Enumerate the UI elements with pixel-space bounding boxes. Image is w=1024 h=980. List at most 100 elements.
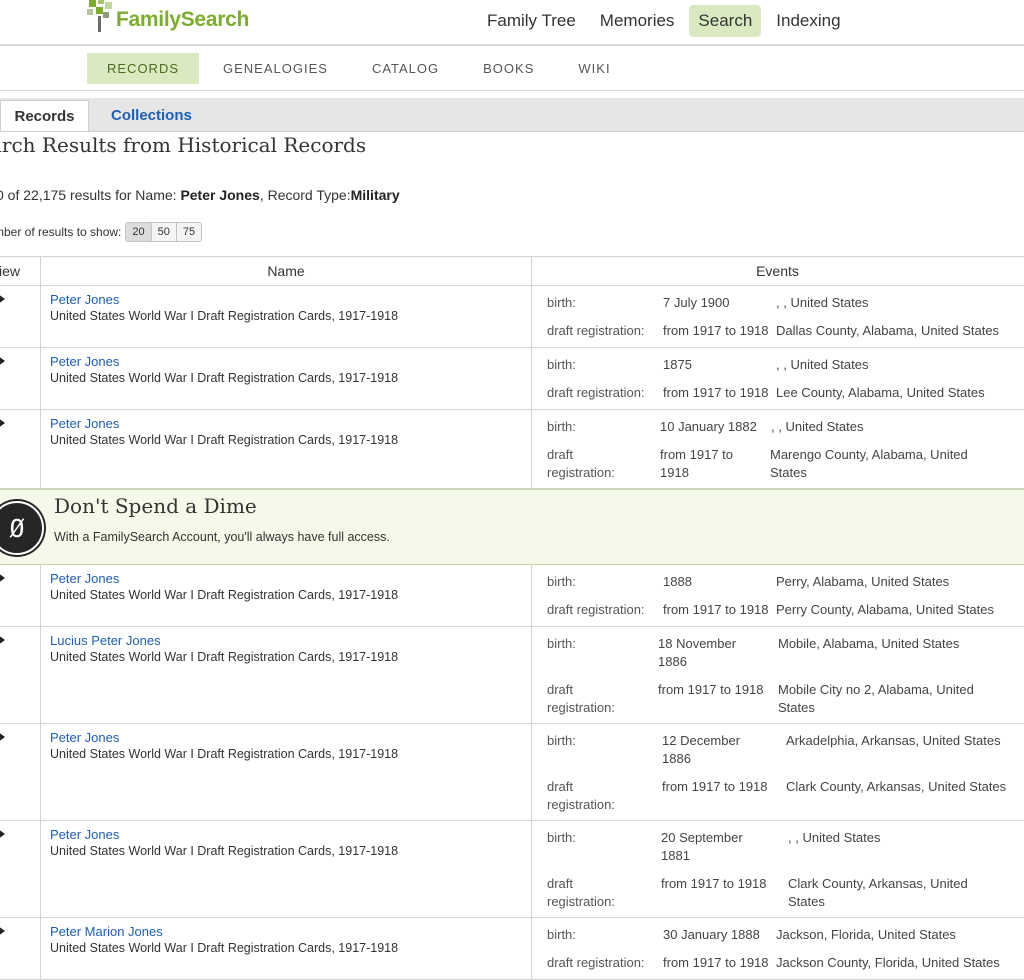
birth-place: , , United States — [776, 357, 869, 372]
collection-name: United States World War I Draft Registra… — [50, 371, 399, 385]
collection-name: United States World War I Draft Registra… — [50, 433, 399, 447]
birth-label: birth: — [547, 830, 576, 845]
draft-label: draft registration: — [547, 323, 645, 338]
birth-label: birth: — [547, 295, 576, 310]
draft-date: from 1917 to 1918 — [660, 447, 733, 480]
birth-label: birth: — [547, 357, 576, 372]
draft-date: from 1917 to 1918 — [661, 876, 767, 891]
birth-date: 12 December 1886 — [662, 733, 741, 766]
draft-date: from 1917 to 1918 — [663, 955, 769, 970]
birth-date: 20 September 1881 — [661, 830, 743, 863]
expand-arrow-icon[interactable] — [0, 732, 5, 742]
expand-arrow-icon[interactable] — [0, 356, 5, 366]
person-name-link[interactable]: Lucius Peter Jones — [50, 633, 161, 648]
summary-prefix: 0 of 22,175 results for Name: — [0, 187, 181, 203]
birth-label: birth: — [547, 927, 576, 942]
draft-place: Perry County, Alabama, United States — [776, 602, 994, 617]
family-tree-logo-icon — [87, 0, 112, 32]
subnav-records[interactable]: RECORDS — [87, 53, 200, 84]
nav-search[interactable]: Search — [689, 5, 762, 37]
person-name-link[interactable]: Peter Jones — [50, 292, 119, 307]
banner-title: Don't Spend a Dime — [54, 494, 257, 518]
birth-label: birth: — [547, 574, 576, 589]
birth-place: , , United States — [771, 419, 864, 434]
collection-name: United States World War I Draft Registra… — [50, 588, 399, 602]
promo-banner: Ø Don't Spend a Dime With a FamilySearch… — [0, 489, 1024, 565]
results-table: view Name Events Peter Jones United Stat… — [0, 256, 1024, 980]
nav-family-tree[interactable]: Family Tree — [478, 5, 585, 37]
draft-label: draft registration: — [547, 682, 615, 715]
birth-date: 10 January 1882 — [660, 419, 757, 434]
logo-text: FamilySearch — [116, 8, 249, 31]
person-name-link[interactable]: Peter Jones — [50, 571, 119, 586]
birth-date: 1888 — [663, 574, 692, 589]
birth-date: 1875 — [663, 357, 692, 372]
person-name-link[interactable]: Peter Jones — [50, 827, 119, 842]
birth-date: 7 July 1900 — [663, 295, 730, 310]
tab-records[interactable]: Records — [0, 100, 89, 131]
subnav-genealogies[interactable]: GENEALOGIES — [203, 53, 348, 84]
birth-date: 18 November 1886 — [658, 636, 737, 669]
draft-label: draft registration: — [547, 602, 645, 617]
person-name-link[interactable]: Peter Jones — [50, 416, 119, 431]
nav-indexing[interactable]: Indexing — [767, 5, 849, 37]
table-row: Peter Jones United States World War I Dr… — [0, 410, 1024, 489]
table-row: Peter Jones United States World War I Dr… — [0, 348, 1024, 410]
summary-name: Peter Jones — [180, 187, 260, 203]
draft-label: draft registration: — [547, 385, 645, 400]
subnav-catalog[interactable]: CATALOG — [352, 53, 459, 84]
expand-arrow-icon[interactable] — [0, 573, 5, 583]
draft-place: Jackson County, Florida, United States — [776, 955, 1000, 970]
table-row: Peter Jones United States World War I Dr… — [0, 286, 1024, 348]
draft-label: draft registration: — [547, 779, 615, 812]
results-summary: 0 of 22,175 results for Name: Peter Jone… — [0, 187, 400, 203]
page-size-50[interactable]: 50 — [152, 223, 177, 241]
collection-name: United States World War I Draft Registra… — [50, 941, 399, 955]
top-header: FamilySearch Family Tree Memories Search… — [0, 0, 1024, 46]
page-title: arch Results from Historical Records — [0, 133, 367, 157]
results-per-page: mber of results to show: 20 50 75 — [0, 222, 203, 242]
page-size-selector: 20 50 75 — [125, 222, 203, 242]
nav-memories[interactable]: Memories — [591, 5, 684, 37]
tab-collections[interactable]: Collections — [111, 100, 192, 131]
search-subnav: RECORDS GENEALOGIES CATALOG BOOKS WIKI — [0, 46, 1024, 91]
birth-date: 30 January 1888 — [663, 927, 760, 942]
expand-arrow-icon[interactable] — [0, 294, 5, 304]
birth-label: birth: — [547, 419, 576, 434]
person-name-link[interactable]: Peter Jones — [50, 354, 119, 369]
results-tabs: Records Collections — [0, 98, 1024, 132]
draft-label: draft registration: — [547, 955, 645, 970]
subnav-books[interactable]: BOOKS — [463, 53, 554, 84]
draft-place: Clark County, Arkansas, United States — [788, 876, 968, 909]
birth-place: , , United States — [776, 295, 869, 310]
header-name: Name — [40, 257, 532, 285]
expand-arrow-icon[interactable] — [0, 926, 5, 936]
draft-place: Dallas County, Alabama, United States — [776, 323, 1000, 338]
header-preview: view — [0, 263, 21, 279]
table-row: Peter Marion Jones United States World W… — [0, 918, 1024, 980]
summary-mid: , Record Type: — [259, 187, 351, 203]
draft-date: from 1917 to 1918 — [663, 602, 769, 617]
expand-arrow-icon[interactable] — [0, 635, 5, 645]
summary-type: Military — [350, 187, 400, 203]
expand-arrow-icon[interactable] — [0, 829, 5, 839]
person-name-link[interactable]: Peter Marion Jones — [50, 924, 163, 939]
draft-date: from 1917 to 1918 — [658, 682, 764, 697]
results-per-page-label: mber of results to show: — [0, 225, 122, 239]
expand-arrow-icon[interactable] — [0, 418, 5, 428]
collection-name: United States World War I Draft Registra… — [50, 747, 399, 761]
page-size-75[interactable]: 75 — [177, 223, 201, 241]
birth-place: Mobile, Alabama, United States — [778, 636, 960, 651]
table-header: view Name Events — [0, 256, 1024, 286]
birth-label: birth: — [547, 733, 576, 748]
subnav-wiki[interactable]: WIKI — [558, 53, 630, 84]
person-name-link[interactable]: Peter Jones — [50, 730, 119, 745]
table-row: Lucius Peter Jones United States World W… — [0, 627, 1024, 724]
draft-label: draft registration: — [547, 447, 615, 480]
table-row: Peter Jones United States World War I Dr… — [0, 724, 1024, 821]
banner-text: With a FamilySearch Account, you'll alwa… — [54, 530, 390, 544]
header-events: Events — [756, 263, 799, 279]
draft-place: Clark County, Arkansas, United States — [786, 779, 1007, 794]
page-size-20[interactable]: 20 — [126, 223, 152, 241]
collection-name: United States World War I Draft Registra… — [50, 650, 399, 664]
